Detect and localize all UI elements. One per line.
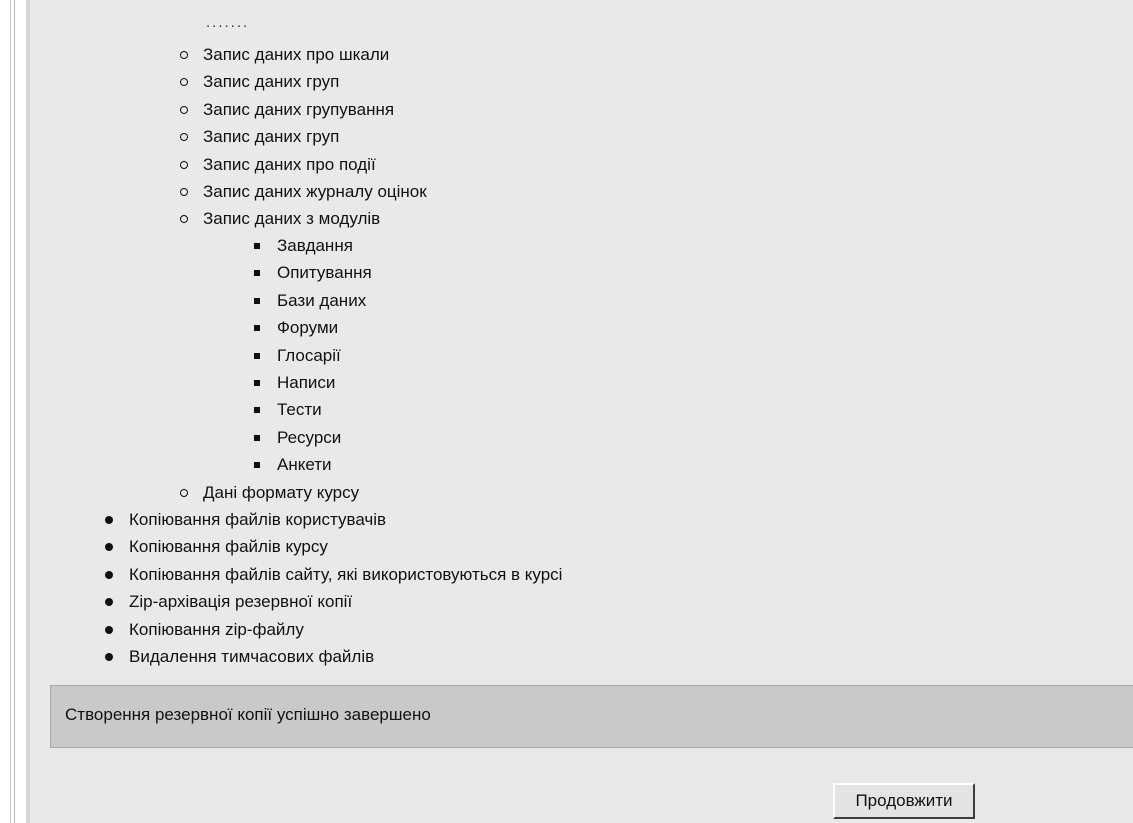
step-label: Запис даних про шкали	[203, 45, 390, 64]
step-label: Запис даних груп	[203, 127, 340, 147]
list-item: Запис даних журналу оцінок	[176, 178, 427, 205]
step-label: Запис даних журналу оцінок	[203, 181, 427, 201]
border-line	[10, 0, 11, 823]
module-sublist: Завдання Опитування Бази даних Форуми Гл…	[250, 232, 372, 479]
status-message: Створення резервної копії успішно заверш…	[65, 705, 431, 724]
list-item: Запис даних групування	[176, 96, 427, 123]
list-item: Опитування	[250, 259, 372, 286]
step-label: Запис даних з модулів	[203, 209, 381, 229]
list-item: Копіювання файлів користувачів	[102, 506, 562, 533]
list-item: Копіювання файлів курсу	[102, 533, 562, 560]
list-item: Видалення тимчасових файлів	[102, 643, 562, 670]
module-label: Опитування	[277, 263, 372, 283]
step-label: Копіювання zip-файлу	[129, 619, 304, 639]
step-label: Копіювання файлів сайту, які використову…	[129, 564, 563, 584]
module-label: Ресурси	[277, 427, 342, 447]
continue-button[interactable]: Продовжити	[833, 783, 975, 819]
list-item: Запис даних про події	[176, 151, 427, 178]
step-list: Копіювання файлів користувачів Копіюванн…	[102, 506, 562, 670]
step-label: Запис даних групування	[203, 99, 395, 119]
list-item: Завдання	[250, 232, 372, 259]
list-item: Копіювання файлів сайту, які використову…	[102, 561, 562, 588]
list-item: Написи	[250, 369, 372, 396]
step-sublist: Дані формату курсу	[176, 479, 359, 506]
list-item: Форуми	[250, 314, 372, 341]
list-item: Запис даних з модулів	[176, 205, 427, 232]
list-item: Дані формату курсу	[176, 479, 359, 506]
backup-progress-panel: ....... Запис даних про шкали Запис дани…	[30, 0, 1133, 823]
status-notification: Створення резервної копії успішно заверш…	[50, 685, 1133, 748]
list-item: Бази даних	[250, 287, 372, 314]
module-label: Тести	[277, 400, 322, 420]
list-item: Ресурси	[250, 424, 372, 451]
truncated-list-ellipsis: .......	[206, 14, 250, 31]
list-item: Zip-архівація резервної копії	[102, 588, 562, 615]
step-sublist: Запис даних про шкали Запис даних груп З…	[176, 41, 427, 233]
module-label: Форуми	[277, 318, 339, 338]
list-item: Запис даних про шкали	[176, 41, 427, 68]
step-label: Запис даних груп	[203, 72, 340, 92]
step-label: Zip-архівація резервної копії	[129, 592, 353, 612]
step-label: Запис даних про події	[203, 154, 376, 174]
module-label: Анкети	[277, 455, 332, 475]
list-item: Глосарії	[250, 342, 372, 369]
list-item: Копіювання zip-файлу	[102, 616, 562, 643]
step-label: Копіювання файлів курсу	[129, 537, 328, 557]
step-label: Видалення тимчасових файлів	[129, 646, 375, 666]
module-label: Написи	[277, 372, 336, 392]
module-label: Завдання	[277, 236, 353, 255]
module-label: Бази даних	[277, 290, 367, 310]
border-line	[14, 0, 15, 823]
list-item: Запис даних груп	[176, 68, 427, 95]
step-label: Копіювання файлів користувачів	[129, 510, 387, 529]
list-item: Тести	[250, 396, 372, 423]
left-border	[0, 0, 30, 823]
step-label: Дані формату курсу	[203, 483, 360, 502]
list-item: Анкети	[250, 451, 372, 478]
module-label: Глосарії	[277, 345, 341, 365]
list-item: Запис даних груп	[176, 123, 427, 150]
